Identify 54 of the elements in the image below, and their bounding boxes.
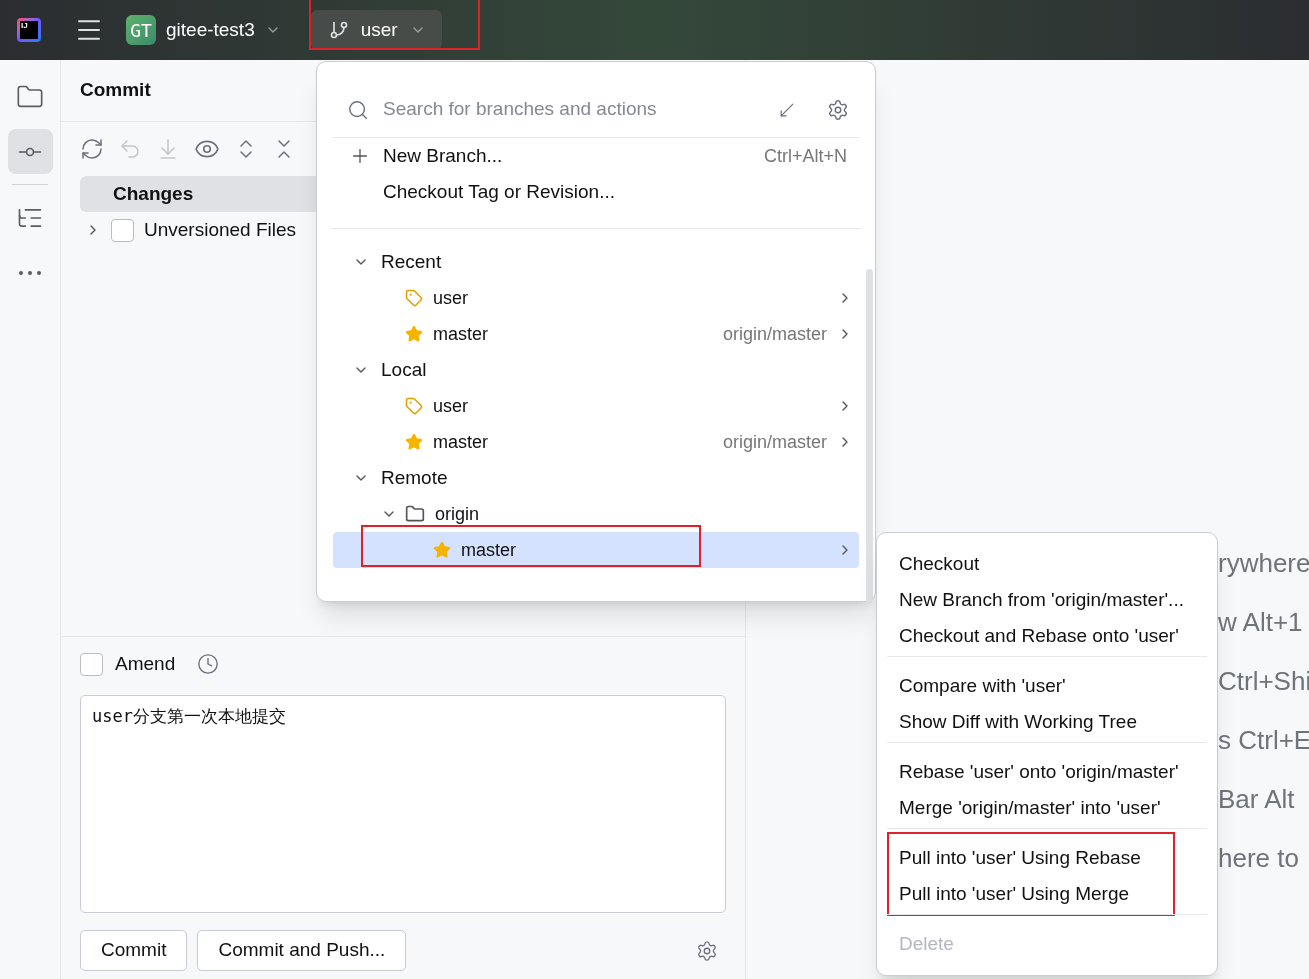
clock-icon[interactable] xyxy=(197,653,220,675)
project-badge: GT xyxy=(126,15,156,45)
folder-icon xyxy=(405,504,425,524)
menu-item[interactable]: Checkout and Rebase onto 'user' xyxy=(887,618,1207,654)
shortcut-hint: here to xyxy=(1218,845,1300,872)
star-icon xyxy=(405,325,423,343)
amend-label[interactable]: Amend xyxy=(115,649,176,679)
menu-item[interactable]: Show Diff with Working Tree xyxy=(887,704,1207,740)
checkbox[interactable] xyxy=(111,218,134,242)
branch-item[interactable]: user xyxy=(333,388,859,424)
commit-button[interactable]: Commit xyxy=(80,930,188,971)
tag-icon xyxy=(405,397,423,415)
star-icon xyxy=(405,433,423,451)
project-selector[interactable]: GT gitee-test3 xyxy=(124,10,283,50)
action-item[interactable]: New Branch... Ctrl+Alt+N xyxy=(331,138,861,174)
shortcut-label: Ctrl+Alt+N xyxy=(763,144,847,168)
branch-item[interactable]: user xyxy=(333,280,859,316)
branch-item[interactable]: master xyxy=(333,532,859,568)
panel-title: Commit xyxy=(80,78,151,103)
branch-selector[interactable]: user xyxy=(310,10,442,50)
menu-item[interactable]: Rebase 'user' onto 'origin/master' xyxy=(887,754,1207,790)
star-icon xyxy=(433,541,451,559)
commit-message-field[interactable]: user分支第一次本地提交 xyxy=(80,695,726,913)
settings-icon[interactable] xyxy=(827,98,849,121)
settings-icon[interactable] xyxy=(696,939,718,962)
tracking-branch: origin/master xyxy=(722,322,827,346)
menu-item[interactable]: New Branch from 'origin/master'... xyxy=(887,582,1207,618)
menu-item[interactable]: Checkout xyxy=(887,546,1207,582)
commit-button[interactable]: Commit and Push... xyxy=(197,930,407,971)
branch-item[interactable]: origin xyxy=(333,496,859,532)
scrollbar[interactable] xyxy=(866,269,873,604)
amend-checkbox[interactable] xyxy=(80,652,103,676)
branch-icon xyxy=(328,20,349,40)
search-icon xyxy=(347,98,369,121)
branch-item[interactable]: master origin/master xyxy=(333,316,859,352)
shortcut-hint: w Alt+1 xyxy=(1218,609,1304,636)
branch-item[interactable]: master origin/master xyxy=(333,424,859,460)
refresh-icon[interactable] xyxy=(80,137,104,161)
tag-icon xyxy=(405,289,423,307)
menu-item[interactable]: Pull into 'user' Using Merge xyxy=(887,876,1207,912)
menu-item[interactable]: Pull into 'user' Using Rebase xyxy=(887,840,1207,876)
shortcut-hint: Ctrl+Shi xyxy=(1218,668,1309,695)
shortcut-hint: Bar Alt xyxy=(1218,786,1296,813)
section-header[interactable]: Remote xyxy=(333,460,859,496)
action-item[interactable]: Checkout Tag or Revision... xyxy=(331,174,861,210)
shortcut-hint: rywhere xyxy=(1218,550,1309,577)
menu-item[interactable]: Merge 'origin/master' into 'user' xyxy=(887,790,1207,826)
menu-item[interactable]: Compare with 'user' xyxy=(887,668,1207,704)
tool-window-button[interactable] xyxy=(7,129,53,174)
tracking-branch: origin/master xyxy=(722,430,827,454)
search-field[interactable]: Search for branches and actions xyxy=(333,82,859,138)
section-header[interactable]: Local xyxy=(333,352,859,388)
app-logo[interactable]: IJ xyxy=(17,18,41,42)
more-icon xyxy=(18,269,42,276)
